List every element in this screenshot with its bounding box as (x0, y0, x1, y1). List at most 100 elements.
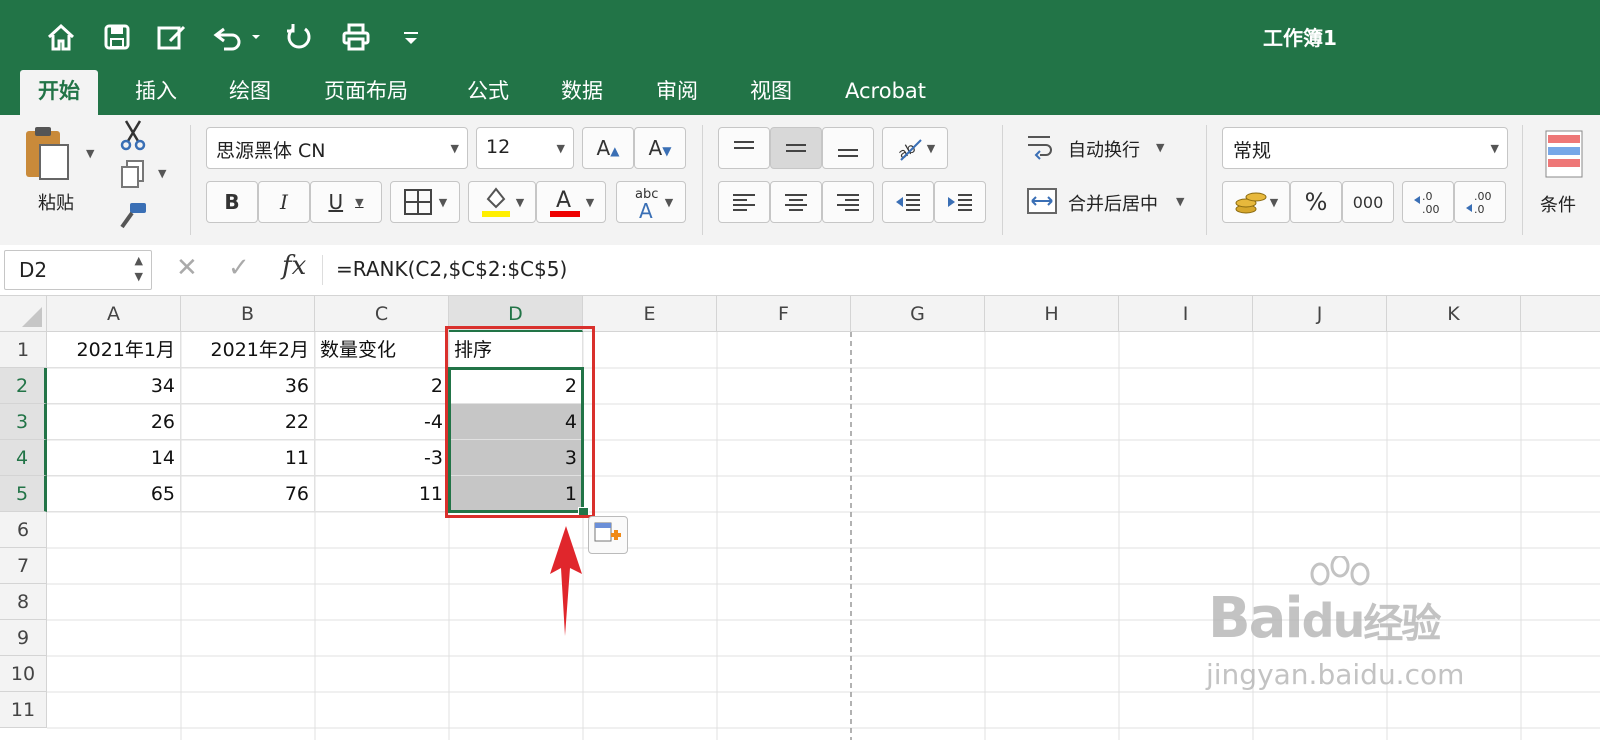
fill-color-button[interactable]: ▼ (468, 181, 536, 223)
cell-a3[interactable]: 26 (47, 404, 181, 440)
comma-style-button[interactable]: 000 (1342, 181, 1394, 223)
row-header-6[interactable]: 6 (0, 512, 47, 548)
cell-c1[interactable]: 数量变化 (315, 332, 449, 368)
copy-dropdown-icon[interactable]: ▼ (158, 167, 166, 180)
increase-font-size-button[interactable]: A▲ (582, 127, 634, 169)
column-header-h[interactable]: H (985, 296, 1119, 332)
copy-icon[interactable] (118, 159, 148, 193)
tab-insert[interactable]: 插入 (117, 70, 195, 115)
merge-center-button[interactable]: 合并后居中 (1068, 190, 1158, 216)
column-header-next[interactable] (1521, 296, 1600, 332)
decrease-indent-button[interactable] (882, 181, 934, 223)
row-header-11[interactable]: 11 (0, 692, 47, 728)
column-header-g[interactable]: G (851, 296, 985, 332)
number-format-value: 常规 (1233, 140, 1272, 162)
tab-draw[interactable]: 绘图 (211, 70, 289, 115)
stepper-icon[interactable]: ▲ ▼ (135, 253, 143, 285)
cell-c4[interactable]: -3 (315, 440, 449, 476)
tab-acrobat[interactable]: Acrobat (827, 70, 944, 115)
increase-indent-button[interactable] (934, 181, 986, 223)
insert-function-icon[interactable]: fx (282, 251, 306, 281)
edit-icon[interactable] (152, 18, 192, 56)
decrease-font-size-button[interactable]: A▼ (634, 127, 686, 169)
increase-decimal-button[interactable]: .0.00 (1402, 181, 1454, 223)
row-header-2[interactable]: 2 (0, 368, 47, 404)
font-color-button[interactable]: A ▼ (536, 181, 606, 223)
percent-button[interactable]: % (1290, 181, 1342, 223)
tab-review[interactable]: 审阅 (638, 70, 716, 115)
cut-icon[interactable] (118, 119, 148, 155)
align-left-button[interactable] (718, 181, 770, 223)
tab-data[interactable]: 数据 (543, 70, 621, 115)
tab-view[interactable]: 视图 (732, 70, 810, 115)
column-header-i[interactable]: I (1119, 296, 1253, 332)
font-size-select[interactable]: 12 ▼ (476, 127, 574, 169)
align-center-button[interactable] (770, 181, 822, 223)
home-icon[interactable] (42, 18, 80, 56)
auto-fill-options-icon[interactable] (588, 516, 628, 554)
row-header-7[interactable]: 7 (0, 548, 47, 584)
name-box[interactable]: D2 ▲ ▼ (4, 250, 152, 290)
cell-b4[interactable]: 11 (181, 440, 315, 476)
cell-c3[interactable]: -4 (315, 404, 449, 440)
wrap-text-button[interactable]: 自动换行 (1068, 136, 1140, 162)
row-header-9[interactable]: 9 (0, 620, 47, 656)
bold-button[interactable]: B (206, 181, 258, 223)
cell-a4[interactable]: 14 (47, 440, 181, 476)
cell-b2[interactable]: 36 (181, 368, 315, 404)
row-header-5[interactable]: 5 (0, 476, 47, 512)
cell-b5[interactable]: 76 (181, 476, 315, 512)
print-icon[interactable] (336, 18, 376, 56)
chevron-down-icon[interactable]: ▼ (1156, 141, 1164, 154)
column-header-a[interactable]: A (47, 296, 181, 332)
enter-icon[interactable]: ✓ (228, 253, 250, 283)
row-header-3[interactable]: 3 (0, 404, 47, 440)
cell-a1[interactable]: 2021年1月 (47, 332, 181, 368)
align-middle-button[interactable] (770, 127, 822, 169)
cell-a2[interactable]: 34 (47, 368, 181, 404)
column-header-c[interactable]: C (315, 296, 449, 332)
tab-page-layout[interactable]: 页面布局 (306, 70, 426, 115)
cell-c5[interactable]: 11 (315, 476, 449, 512)
formula-input[interactable]: =RANK(C2,$C$2:$C$5) (336, 257, 567, 281)
row-header-4[interactable]: 4 (0, 440, 47, 476)
row-header-10[interactable]: 10 (0, 656, 47, 692)
number-format-select[interactable]: 常规 ▼ (1222, 127, 1508, 169)
paste-dropdown-icon[interactable]: ▼ (86, 147, 94, 160)
customize-toolbar-icon[interactable] (396, 18, 426, 56)
column-header-f[interactable]: F (717, 296, 851, 332)
paste-icon[interactable] (22, 125, 82, 185)
row-header-8[interactable]: 8 (0, 584, 47, 620)
row-header-1[interactable]: 1 (0, 332, 47, 368)
tab-home[interactable]: 开始 (20, 70, 98, 115)
align-bottom-button[interactable] (822, 127, 874, 169)
chevron-down-icon[interactable]: ▼ (1176, 195, 1184, 208)
cell-a5[interactable]: 65 (47, 476, 181, 512)
underline-button[interactable]: U ▼ (310, 181, 382, 223)
align-right-button[interactable] (822, 181, 874, 223)
font-name-select[interactable]: 思源黑体 CN ▼ (206, 127, 468, 169)
format-painter-icon[interactable] (116, 201, 148, 235)
accounting-format-button[interactable]: ▼ (1222, 181, 1290, 223)
cancel-icon[interactable]: ✕ (176, 253, 198, 283)
undo-icon[interactable] (210, 18, 266, 56)
borders-button[interactable]: ▼ (390, 181, 460, 223)
italic-button[interactable]: I (258, 181, 310, 223)
tab-formulas[interactable]: 公式 (449, 70, 527, 115)
save-icon[interactable] (98, 18, 136, 56)
column-header-b[interactable]: B (181, 296, 315, 332)
orientation-button[interactable]: ab ▼ (882, 127, 948, 169)
decrease-decimal-button[interactable]: .00.0 (1454, 181, 1506, 223)
select-all-corner[interactable] (0, 296, 47, 332)
divider (1522, 125, 1523, 235)
cell-b3[interactable]: 22 (181, 404, 315, 440)
column-header-j[interactable]: J (1253, 296, 1387, 332)
phonetic-button[interactable]: abc A ▼ (616, 181, 686, 223)
conditional-format-icon[interactable] (1544, 129, 1584, 183)
column-header-e[interactable]: E (583, 296, 717, 332)
column-header-k[interactable]: K (1387, 296, 1521, 332)
align-top-button[interactable] (718, 127, 770, 169)
redo-icon[interactable] (280, 18, 318, 56)
cell-c2[interactable]: 2 (315, 368, 449, 404)
cell-b1[interactable]: 2021年2月 (181, 332, 315, 368)
